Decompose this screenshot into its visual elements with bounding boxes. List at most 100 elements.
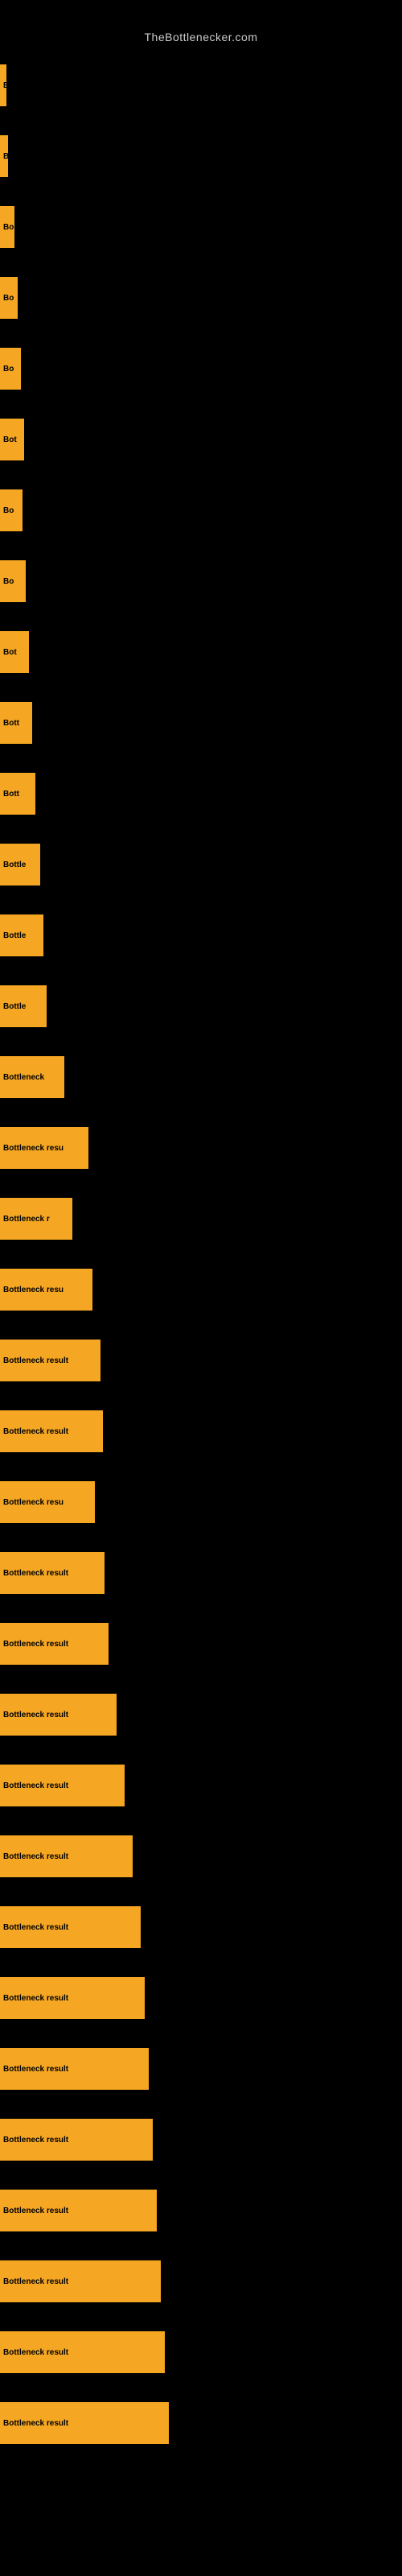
bar-row: Bot <box>0 617 402 687</box>
bar-label: Bot <box>3 436 17 444</box>
bar-row: Bottleneck result <box>0 1608 402 1679</box>
bar-row: Bo <box>0 475 402 546</box>
bar-row: Bottle <box>0 971 402 1042</box>
bar-row: Bottleneck result <box>0 1679 402 1750</box>
bar: Bottleneck result <box>0 1835 133 1877</box>
bar: Bottleneck result <box>0 2402 169 2444</box>
bar-row: Bottleneck result <box>0 2388 402 2458</box>
bar-row: B <box>0 121 402 192</box>
bar: Bo <box>0 489 23 531</box>
bar-row: Bottleneck resu <box>0 1254 402 1325</box>
bar-row: Bottleneck result <box>0 1396 402 1467</box>
bar-label: Bo <box>3 365 14 374</box>
bar: Bottleneck result <box>0 1765 125 1806</box>
bar-label: B <box>3 81 6 90</box>
bar: Bottleneck r <box>0 1198 72 1240</box>
bar-row: B <box>0 50 402 121</box>
bar-row: Bottle <box>0 900 402 971</box>
bar: Bottleneck <box>0 1056 64 1098</box>
bar: Bottleneck result <box>0 1694 117 1736</box>
bar: Bot <box>0 419 24 460</box>
bar-label: Bott <box>3 719 19 728</box>
bar-row: Bottleneck result <box>0 2246 402 2317</box>
bar: Bott <box>0 702 32 744</box>
bar: Bottleneck result <box>0 2190 157 2231</box>
bar-label: Bot <box>3 648 17 657</box>
bar: Bottle <box>0 985 47 1027</box>
bar: Bottleneck resu <box>0 1481 95 1523</box>
bar-label: Bottleneck result <box>3 2207 68 2215</box>
bar: Bottleneck resu <box>0 1269 92 1311</box>
bar-label: Bottleneck result <box>3 1781 68 1790</box>
bar-label: Bottleneck result <box>3 2419 68 2428</box>
bar-row: Bott <box>0 758 402 829</box>
bar-label: Bottleneck result <box>3 1640 68 1649</box>
bar-row: Bo <box>0 192 402 262</box>
bar-label: B <box>3 152 8 161</box>
bar-label: Bottleneck result <box>3 1923 68 1932</box>
bar: B <box>0 135 8 177</box>
bar: Bottleneck result <box>0 2260 161 2302</box>
bar-label: Bo <box>3 506 14 515</box>
bar: Bottleneck result <box>0 1410 103 1452</box>
bar-row: Bottleneck <box>0 1042 402 1113</box>
bar-label: Bottleneck result <box>3 2065 68 2074</box>
bar-row: Bo <box>0 262 402 333</box>
bars-wrapper: B B Bo Bo Bo Bot Bo Bo Bot Bott Bott Bottle Bottle Bo… <box>0 50 402 2458</box>
bar-label: Bo <box>3 294 14 303</box>
bar-row: Bot <box>0 404 402 475</box>
bar-row: Bottleneck resu <box>0 1467 402 1538</box>
bar-label: Bottleneck result <box>3 1994 68 2003</box>
bar: Bottleneck result <box>0 2048 149 2090</box>
bar-row: Bottleneck resu <box>0 1113 402 1183</box>
bar: Bottleneck result <box>0 1552 105 1594</box>
bar-label: Bottleneck result <box>3 2136 68 2145</box>
bar-label: Bottleneck result <box>3 2348 68 2357</box>
bar-label: Bottleneck result <box>3 2277 68 2286</box>
bar: Bottle <box>0 844 40 886</box>
bar: B <box>0 64 6 106</box>
bar: Bottleneck result <box>0 1906 141 1948</box>
bar: Bottleneck result <box>0 2331 165 2373</box>
bar-label: Bottleneck result <box>3 1356 68 1365</box>
bar: Bo <box>0 560 26 602</box>
site-title: TheBottlenecker.com <box>0 24 402 50</box>
bar-row: Bottleneck result <box>0 1325 402 1396</box>
chart-container: TheBottlenecker.com B B Bo Bo Bo Bot Bo Bo Bot Bo… <box>0 0 402 2576</box>
bar-row: Bottleneck r <box>0 1183 402 1254</box>
bar-label: Bottleneck resu <box>3 1286 64 1294</box>
bar-label: Bottleneck result <box>3 1711 68 1719</box>
bar-label: Bottle <box>3 1002 26 1011</box>
bar-label: Bottleneck result <box>3 1427 68 1436</box>
bar-label: Bo <box>3 577 14 586</box>
bar-row: Bottleneck result <box>0 2104 402 2175</box>
bar: Bot <box>0 631 29 673</box>
bar-label: Bo <box>3 223 14 232</box>
bar: Bo <box>0 206 14 248</box>
bar-row: Bottleneck result <box>0 1892 402 1963</box>
bar-label: Bottleneck result <box>3 1569 68 1578</box>
bar: Bottle <box>0 914 43 956</box>
bar: Bottleneck result <box>0 1623 109 1665</box>
bar-row: Bottleneck result <box>0 1538 402 1608</box>
bar-row: Bottleneck result <box>0 2033 402 2104</box>
bar: Bottleneck resu <box>0 1127 88 1169</box>
bar-row: Bottleneck result <box>0 1963 402 2033</box>
bar: Bottleneck result <box>0 1340 100 1381</box>
bar-label: Bottleneck <box>3 1073 44 1082</box>
bar-label: Bottleneck resu <box>3 1144 64 1153</box>
bar: Bo <box>0 348 21 390</box>
bar-row: Bo <box>0 333 402 404</box>
bar-label: Bottleneck result <box>3 1852 68 1861</box>
bar-row: Bott <box>0 687 402 758</box>
bar-label: Bottleneck r <box>3 1215 50 1224</box>
bar-row: Bottleneck result <box>0 2317 402 2388</box>
bar-label: Bottleneck resu <box>3 1498 64 1507</box>
bar-label: Bottle <box>3 931 26 940</box>
bar-label: Bottle <box>3 861 26 869</box>
bar: Bottleneck result <box>0 1977 145 2019</box>
bar-row: Bo <box>0 546 402 617</box>
bar-row: Bottleneck result <box>0 2175 402 2246</box>
bar-row: Bottleneck result <box>0 1821 402 1892</box>
bar-row: Bottle <box>0 829 402 900</box>
